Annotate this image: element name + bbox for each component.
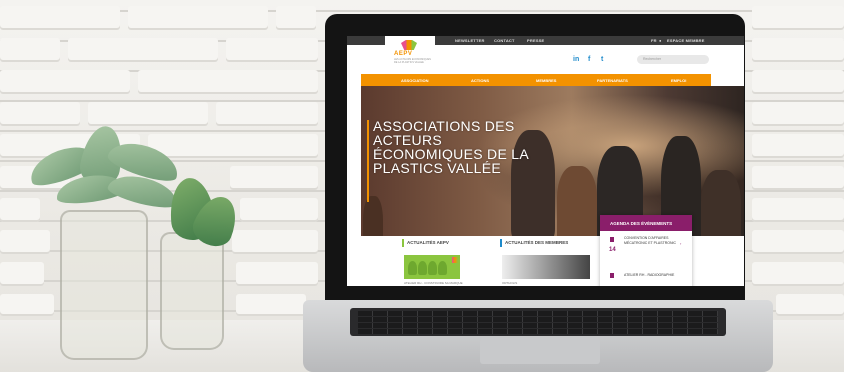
topbar-link-newsletter[interactable]: NEWSLETTER [455,38,485,43]
facebook-icon[interactable]: f [588,56,590,63]
wall-brick [752,230,844,254]
mini-logo-icon [452,257,458,263]
desk-scene: NEWSLETTER CONTACT PRESSE FR ● ESPACE ME… [0,0,844,372]
wall-brick [216,102,318,126]
wall-brick [0,38,60,62]
wall-brick [0,262,44,286]
events-agenda-panel: AGENDA DES ÉVÈNEMENTS 14 CONVENTION D'AF… [600,215,692,286]
wall-brick [138,70,318,94]
section-bar [402,239,404,247]
section-title-aepv-news: ACTUALITÉS AEPV [407,240,449,245]
logo-subtitle: LES ACTEURS ECONOMIQUES DE LA PLASTICS V… [394,58,431,64]
wall-brick [752,6,844,30]
laptop-keyboard [350,308,726,336]
wall-brick [0,294,54,316]
search-placeholder: Rechercher [643,57,662,61]
section-title-member-news: ACTUALITÉS DES MEMBRES [505,240,569,245]
wall-brick [752,70,844,94]
language-switch[interactable]: FR [651,38,657,43]
wall-brick [752,102,844,126]
wall-brick [68,38,218,62]
hero-title: ASSOCIATIONS DES ACTEURS ÉCONOMIQUES DE … [373,118,529,176]
wall-brick [240,198,318,222]
glass-jar [60,210,148,360]
user-icon: ● [659,38,662,43]
news-thumbnail[interactable] [502,255,590,279]
event-day: 14 [609,247,616,253]
linkedin-icon[interactable]: in [573,56,579,63]
wall-brick [752,166,844,190]
agenda-header[interactable]: AGENDA DES ÉVÈNEMENTS [600,215,692,231]
calendar-icon [610,273,614,278]
wall-brick [0,102,80,126]
wall-brick [148,134,318,158]
glass-jar [160,232,224,350]
hero-photo-person [701,170,741,236]
event-title[interactable]: CONVENTION D'AFFAIRES MÉCATRONIC ET PLAS… [624,236,676,245]
wall-brick [752,134,844,158]
news-caption[interactable]: ATELIER RH - CONSTRUIRE SA MARQUE [404,281,463,285]
topbar-link-contact[interactable]: CONTACT [494,38,515,43]
wall-brick [232,230,318,254]
site-logo[interactable]: AEPV LES ACTEURS ECONOMIQUES DE LA PLAST… [385,36,435,64]
wall-brick [776,294,844,316]
wall-brick [0,70,130,94]
wall-brick [752,198,844,222]
wall-brick [752,38,844,62]
wall-brick [128,6,268,30]
hero-photo-person [363,196,383,236]
wall-brick [236,294,306,316]
wall-brick [0,230,50,254]
wall-brick [236,262,318,286]
wall-brick [226,38,318,62]
wall-brick [276,6,316,30]
wall-brick [752,262,844,286]
calendar-icon [610,237,614,242]
nav-item-association[interactable]: ASSOCIATION [401,78,428,83]
logo-mark-icon [401,40,417,50]
twitter-icon[interactable]: t [601,56,603,63]
hero-photo-person [557,166,597,236]
laptop-trackpad [480,338,600,364]
wall-brick [0,198,40,222]
laptop-screen: NEWSLETTER CONTACT PRESSE FR ● ESPACE ME… [347,36,744,286]
section-bar [500,239,502,247]
member-area-link[interactable]: ESPACE MEMBRE [667,38,705,43]
nav-item-partenariats[interactable]: PARTENARIATS [597,78,628,83]
news-caption[interactable]: ORTHOLIS [502,281,517,285]
wall-brick [230,166,318,190]
nav-item-emploi[interactable]: EMPLOI [671,78,686,83]
wall-brick [0,6,120,30]
arrow-right-icon[interactable]: › [680,241,681,246]
main-nav: ASSOCIATION ACTIONS MEMBRES PARTENARIATS… [361,74,711,86]
event-title[interactable]: ATELIER RH - RADIOGRAPHIE [624,273,676,278]
news-thumbnail[interactable] [404,255,460,279]
nav-item-actions[interactable]: ACTIONS [471,78,489,83]
logo-text: AEPV [394,51,413,57]
nav-item-membres[interactable]: MEMBRES [536,78,556,83]
hero-banner: ASSOCIATIONS DES ACTEURS ÉCONOMIQUES DE … [361,86,744,236]
topbar-link-presse[interactable]: PRESSE [527,38,544,43]
wall-brick [88,102,208,126]
hero-accent-line [367,120,369,202]
search-input[interactable]: Rechercher [637,55,709,64]
